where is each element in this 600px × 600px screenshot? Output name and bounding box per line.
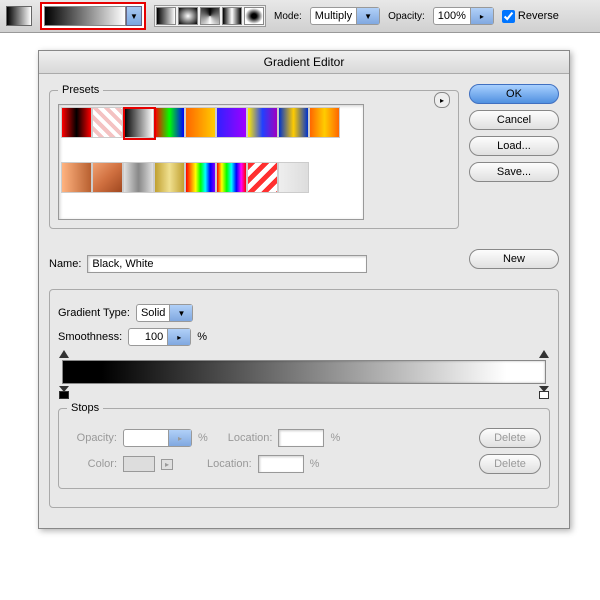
chevron-down-icon: ▸	[470, 8, 493, 24]
stop-color-label: Color:	[67, 458, 117, 470]
mode-value: Multiply	[311, 10, 356, 22]
load-button[interactable]: Load...	[469, 136, 559, 156]
chevron-down-icon: ▼	[169, 305, 192, 321]
percent-label: %	[330, 432, 340, 444]
radial-gradient-button[interactable]	[178, 7, 198, 25]
gradient-bar[interactable]	[62, 360, 546, 384]
mode-select[interactable]: Multiply▼	[310, 7, 380, 25]
percent-label: %	[197, 331, 207, 343]
preset-swatch[interactable]	[123, 162, 154, 193]
presets-grid	[58, 104, 364, 220]
opacity-label: Opacity:	[388, 11, 425, 22]
preset-swatch[interactable]	[247, 107, 278, 138]
preset-swatch[interactable]	[185, 162, 216, 193]
stops-legend: Stops	[67, 402, 103, 414]
presets-fieldset: Presets ▸	[49, 84, 459, 229]
color-stop-right[interactable]	[539, 386, 549, 396]
cancel-button[interactable]: Cancel	[469, 110, 559, 130]
percent-label: %	[198, 432, 208, 444]
reverse-checkbox[interactable]: Reverse	[502, 10, 559, 23]
preset-swatch[interactable]	[278, 162, 309, 193]
delete-color-stop-button[interactable]: Delete	[479, 454, 541, 474]
presets-legend: Presets	[58, 84, 103, 96]
diamond-gradient-button[interactable]	[244, 7, 264, 25]
stop-location-label: Location:	[228, 432, 273, 444]
chevron-down-icon[interactable]: ▼	[126, 6, 142, 26]
gradient-picker[interactable]: ▼	[40, 2, 146, 30]
percent-label: %	[310, 458, 320, 470]
angle-gradient-button[interactable]	[200, 7, 220, 25]
preset-swatch[interactable]	[309, 107, 340, 138]
options-bar: ▼ Mode: Multiply▼ Opacity: 100%▸ Reverse	[0, 0, 600, 33]
gradient-settings-fieldset: Gradient Type: Solid▼ Smoothness: 100▸ %…	[49, 289, 559, 508]
preset-swatch[interactable]	[92, 107, 123, 138]
preset-swatch[interactable]	[278, 107, 309, 138]
chevron-down-icon: ▸	[161, 459, 173, 470]
save-button[interactable]: Save...	[469, 162, 559, 182]
chevron-down-icon: ▼	[356, 8, 379, 24]
opacity-stop-left[interactable]	[59, 350, 69, 358]
type-label: Gradient Type:	[58, 307, 130, 319]
smoothness-label: Smoothness:	[58, 331, 122, 343]
name-input[interactable]	[87, 255, 367, 273]
preset-swatch[interactable]	[154, 162, 185, 193]
opacity-value: 100%	[434, 10, 470, 22]
preset-swatch[interactable]	[247, 162, 278, 193]
chevron-down-icon: ▸	[167, 329, 190, 345]
ok-button[interactable]: OK	[469, 84, 559, 104]
smoothness-input[interactable]: 100▸	[128, 328, 191, 346]
linear-gradient-button[interactable]	[156, 7, 176, 25]
type-value: Solid	[137, 307, 169, 319]
preset-swatch[interactable]	[216, 107, 247, 138]
stop-opacity-label: Opacity:	[67, 432, 117, 444]
delete-opacity-stop-button[interactable]: Delete	[479, 428, 541, 448]
reflected-gradient-button[interactable]	[222, 7, 242, 25]
dialog-title: Gradient Editor	[39, 51, 569, 74]
preset-swatch[interactable]	[216, 162, 247, 193]
preset-swatch[interactable]	[154, 107, 185, 138]
stops-fieldset: Stops Opacity: ▸ % Location: % Delete Co…	[58, 402, 550, 489]
name-label: Name:	[49, 258, 81, 270]
reverse-label: Reverse	[518, 10, 559, 22]
preset-swatch[interactable]	[123, 107, 154, 138]
presets-menu-icon[interactable]: ▸	[434, 92, 450, 108]
mode-label: Mode:	[274, 11, 302, 22]
stop-opacity-input[interactable]: ▸	[123, 429, 192, 447]
preset-swatch[interactable]	[92, 162, 123, 193]
smoothness-value: 100	[129, 331, 167, 343]
preset-swatch[interactable]	[61, 162, 92, 193]
stop-color-swatch[interactable]	[123, 456, 155, 472]
color-stop-left[interactable]	[59, 386, 69, 396]
stop-location-label: Location:	[207, 458, 252, 470]
type-select[interactable]: Solid▼	[136, 304, 193, 322]
gradient-style-group	[154, 5, 266, 27]
preset-swatch[interactable]	[185, 107, 216, 138]
opacity-select[interactable]: 100%▸	[433, 7, 494, 25]
gradient-editor-dialog: Gradient Editor Presets ▸ OK Cancel Load…	[38, 50, 570, 529]
stop-location-input[interactable]	[278, 429, 324, 447]
chevron-down-icon: ▸	[168, 430, 191, 446]
stop-color-location-input[interactable]	[258, 455, 304, 473]
opacity-stop-right[interactable]	[539, 350, 549, 358]
preset-swatch[interactable]	[61, 107, 92, 138]
gradient-swatch	[44, 6, 126, 26]
tool-preview	[6, 6, 32, 26]
reverse-check-input[interactable]	[502, 10, 515, 23]
new-button[interactable]: New	[469, 249, 559, 269]
